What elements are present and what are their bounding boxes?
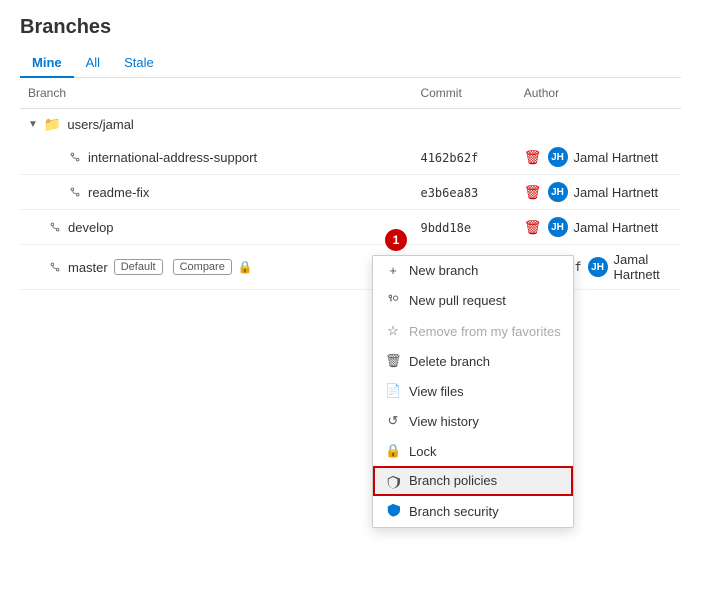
branch-name: international-address-support [88,150,257,165]
branch-icon [68,150,82,164]
author-name: Jamal Hartnett [574,185,659,200]
plus-icon: + [385,263,401,278]
compare-button[interactable]: Compare [173,259,232,275]
menu-item-remove-favorites: ☆ Remove from my favorites [373,316,573,346]
avatar: JH [548,217,568,237]
history-icon: ↺ [385,413,401,429]
branch-row-master: master Default Compare 🔒 ★ ··· 4162b62f [20,245,681,290]
menu-item-new-pull-request[interactable]: New pull request [373,285,573,316]
col-header-branch: Branch [20,78,412,109]
branch-name-cell: international-address-support [28,150,404,165]
menu-item-branch-security[interactable]: Branch security [373,496,573,527]
menu-item-label: Branch security [409,504,499,519]
menu-item-label: Remove from my favorites [409,324,561,339]
col-header-commit: Commit [412,78,515,109]
menu-item-delete-branch[interactable]: 🗑 Delete branch [373,346,573,376]
author-cell: 🗑 JH Jamal Hartnett [524,147,673,167]
page-container: Branches Mine All Stale Branch Commit Au… [0,0,701,306]
avatar: JH [588,257,608,277]
author-cell: 🗑 JH Jamal Hartnett [524,182,673,202]
menu-item-label: View history [409,414,479,429]
menu-item-label: New pull request [409,293,506,308]
branch-name: master [68,260,108,275]
pull-request-icon [385,292,401,309]
branch-icon [48,220,62,234]
branch-row-international: international-address-support 4162b62f 🗑… [20,140,681,175]
step-badge-1: 1 [385,229,407,251]
menu-item-view-history[interactable]: ↺ View history [373,406,573,436]
menu-item-label: New branch [409,263,478,278]
branches-table: Branch Commit Author ▼ 📁 users/jamal [20,78,681,290]
tab-all[interactable]: All [74,49,112,78]
menu-item-label: Lock [409,444,436,459]
tab-stale[interactable]: Stale [112,49,166,78]
folder-row-users-jamal: ▼ 📁 users/jamal [20,109,681,141]
branch-name-cell: master Default Compare 🔒 [28,259,404,275]
trash-icon: 🗑 [385,353,401,369]
menu-item-new-branch[interactable]: + New branch [373,256,573,285]
branch-name: readme-fix [88,185,149,200]
avatar: JH [548,147,568,167]
avatar: JH [548,182,568,202]
file-icon: 📄 [385,383,401,399]
delete-icon[interactable]: 🗑 [524,184,542,201]
delete-icon[interactable]: 🗑 [524,219,542,236]
commit-hash: e3b6ea83 [420,186,478,200]
commit-hash: 4162b62f [420,151,478,165]
menu-item-label: View files [409,384,464,399]
default-badge: Default [114,259,163,275]
branch-name-cell: readme-fix [28,185,404,200]
author-name: Jamal Hartnett [614,252,673,282]
page-title: Branches [20,16,681,39]
lock-menu-icon: 🔒 [385,443,401,459]
branch-icon [48,260,62,274]
menu-item-branch-policies[interactable]: Branch policies [373,466,573,496]
security-icon [385,503,401,520]
folder-name-cell: ▼ 📁 users/jamal [28,116,673,133]
commit-hash: 9bdd18e [420,221,471,235]
author-cell: 🗑 JH Jamal Hartnett [524,217,673,237]
tab-mine[interactable]: Mine [20,49,74,78]
menu-item-lock[interactable]: 🔒 Lock [373,436,573,466]
menu-item-label: Branch policies [409,473,497,488]
folder-label: users/jamal [67,117,133,132]
menu-item-label: Delete branch [409,354,490,369]
policy-icon [385,473,401,489]
folder-icon: 📁 [44,116,61,133]
lock-icon[interactable]: 🔒 [238,260,253,274]
context-menu: + New branch New pull request ☆ Remove f… [372,255,574,528]
tabs-bar: Mine All Stale [20,49,681,78]
branch-row-develop: develop 9bdd18e 🗑 JH Jamal Hartnett [20,210,681,245]
branch-name-cell: develop [28,220,404,235]
delete-icon[interactable]: 🗑 [524,149,542,166]
chevron-down-icon[interactable]: ▼ [28,119,38,130]
star-outline-icon: ☆ [385,323,401,339]
author-name: Jamal Hartnett [574,150,659,165]
author-name: Jamal Hartnett [574,220,659,235]
menu-item-view-files[interactable]: 📄 View files [373,376,573,406]
branch-icon [68,185,82,199]
branch-row-readme-fix: readme-fix e3b6ea83 🗑 JH Jamal Hartnett [20,175,681,210]
col-header-author: Author [516,78,681,109]
branch-name: develop [68,220,114,235]
